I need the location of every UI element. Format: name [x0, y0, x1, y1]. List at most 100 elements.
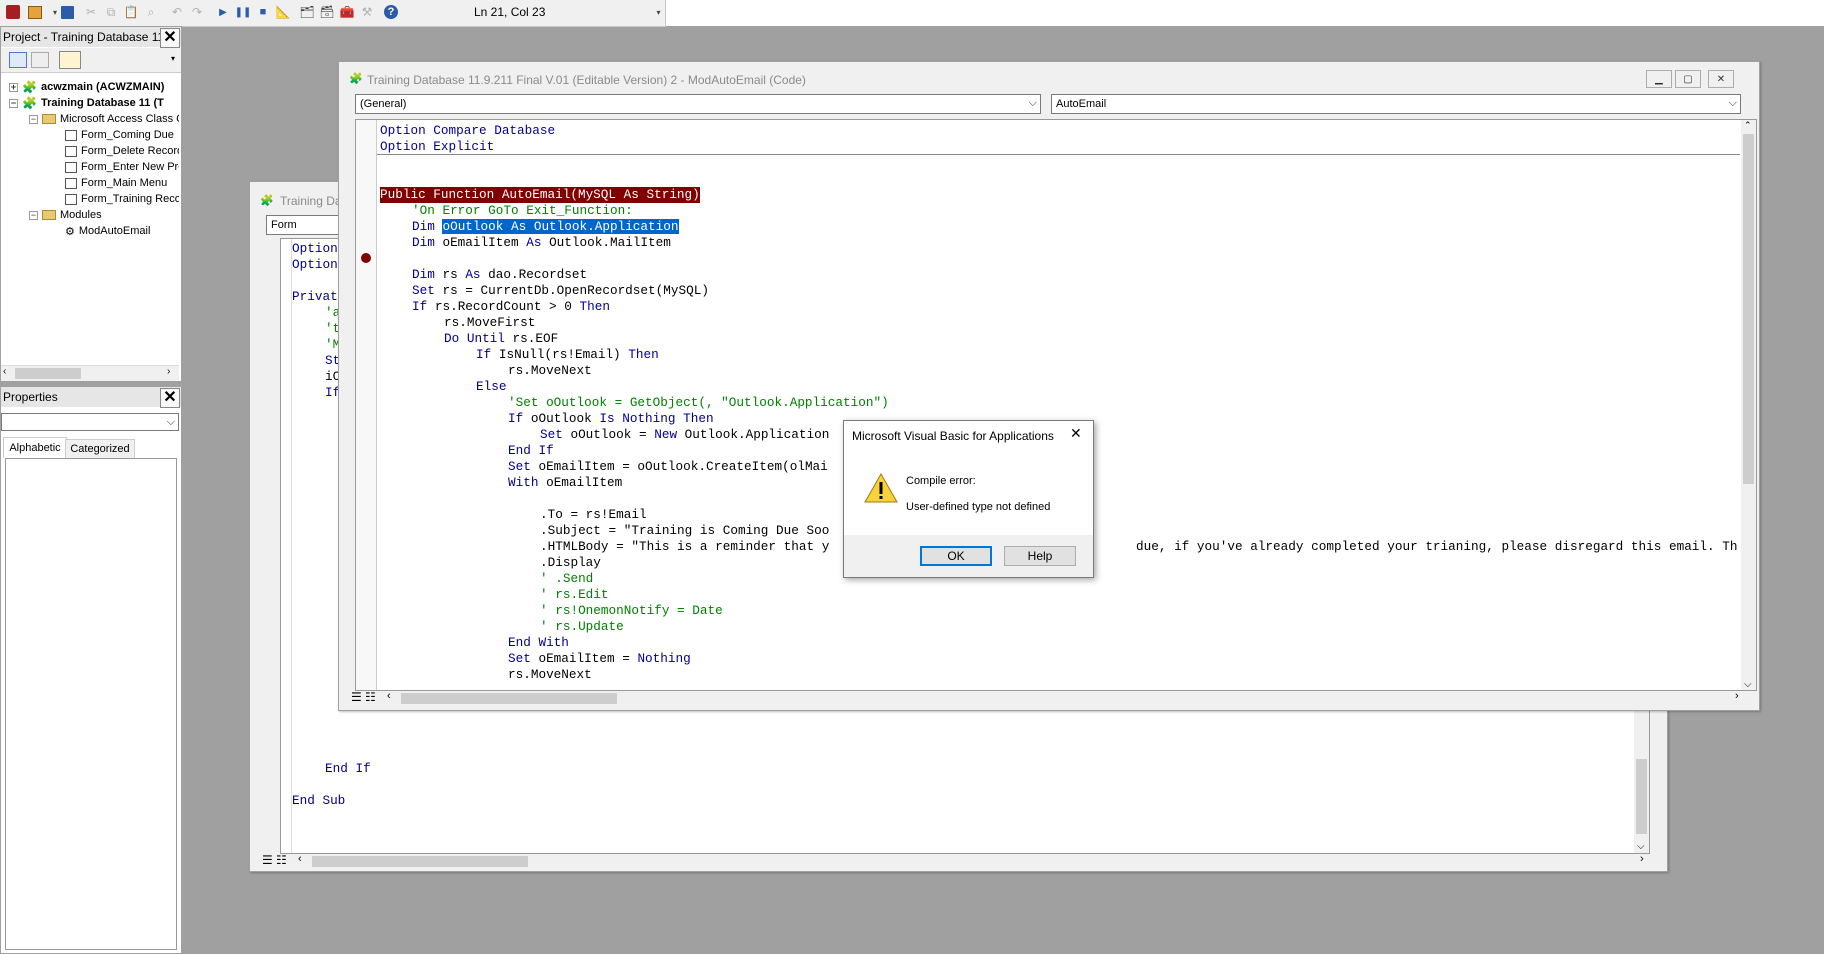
tree-item-form-delete-record[interactable]: Form_Delete Record: [65, 143, 179, 159]
insert-module-icon[interactable]: [26, 3, 44, 21]
code-line: End If: [325, 761, 371, 776]
form-icon: [65, 193, 77, 205]
scroll-up-icon[interactable]: ⌃: [1744, 120, 1752, 131]
maximize-button[interactable]: ▢: [1675, 70, 1701, 88]
minimize-button[interactable]: ▁: [1646, 70, 1672, 88]
expand-icon[interactable]: +: [9, 82, 18, 92]
tab-alphabetic[interactable]: Alphabetic: [3, 437, 67, 458]
chevron-down-icon: ⌵: [1728, 97, 1737, 109]
copy-icon[interactable]: ⧉: [102, 3, 120, 21]
ok-button[interactable]: OK: [920, 546, 992, 566]
code-line: .To = rs!Email: [540, 507, 647, 522]
break-icon[interactable]: ❚❚: [234, 3, 252, 21]
scroll-right-icon[interactable]: ›: [1640, 853, 1644, 865]
tree-item-form-training-record[interactable]: Form_Training Reco: [65, 191, 179, 207]
tree-item-training-database[interactable]: − 🧩 Training Database 11 (T: [9, 95, 164, 111]
chevron-down-icon: ⌵: [1028, 97, 1037, 109]
code-line: rs.MoveNext: [508, 667, 592, 682]
procedure-view-icon[interactable]: ☰: [262, 853, 273, 867]
scroll-right-icon[interactable]: ›: [1735, 690, 1739, 702]
tree-item-form-main-menu[interactable]: Form_Main Menu: [65, 175, 167, 191]
tree-item-form-enter-new[interactable]: Form_Enter New Pro: [65, 159, 179, 175]
tree-item-modules[interactable]: − Modules: [29, 207, 102, 223]
chevron-down-icon: ⌵: [166, 416, 175, 428]
object-selector[interactable]: ⌵: [1, 413, 179, 431]
declarations-separator: [377, 154, 1740, 155]
scroll-down-icon[interactable]: ⌵: [1637, 841, 1645, 852]
properties-panel: Properties ✕ ⌵ Alphabetic Categorized: [0, 386, 182, 954]
procedure-view-icon[interactable]: ☰: [351, 690, 362, 704]
folder-icon: [42, 210, 56, 220]
scroll-left-icon[interactable]: ‹: [387, 690, 391, 702]
code-line: Set oOutlook = New Outlook.Application: [540, 427, 830, 442]
front-window-title: Training Database 11.9.211 Final V.01 (E…: [367, 73, 806, 87]
toggle-folders-icon[interactable]: [59, 51, 81, 69]
redo-icon[interactable]: ↷: [188, 3, 206, 21]
close-icon[interactable]: ✕: [160, 388, 180, 408]
standard-toolbar: ▾ ✂ ⧉ 📋 ⌕ ↶ ↷ ▶ ❚❚ ■ 📐 🗂 🗃 🧰 ⚒ ? Ln 21, …: [0, 0, 666, 27]
collapse-icon[interactable]: −: [9, 98, 18, 108]
tree-item-acwzmain[interactable]: + 🧩 acwzmain (ACWZMAIN): [9, 79, 164, 95]
code-line: With oEmailItem: [508, 475, 623, 490]
view-object-icon[interactable]: [31, 52, 49, 68]
dialog-close-icon[interactable]: ✕: [1070, 425, 1082, 442]
form-icon: [65, 161, 77, 173]
tree-item-modautoemail[interactable]: ⚙ ModAutoEmail: [65, 223, 150, 239]
help-button[interactable]: Help: [1004, 546, 1076, 566]
back-hscroll-row: ☰ ☷ ‹ ›: [262, 853, 1662, 869]
tab-categorized[interactable]: Categorized: [65, 439, 135, 459]
help-icon[interactable]: ?: [382, 3, 400, 21]
code-line: If rs.RecordCount > 0 Then: [412, 299, 610, 314]
toolbar-options-icon[interactable]: ▾: [654, 3, 663, 21]
close-button[interactable]: ✕: [1708, 70, 1734, 88]
procedure-combo[interactable]: AutoEmail ⌵: [1051, 94, 1741, 114]
code-line: ' rs!OnemonNotify = Date: [540, 603, 723, 618]
scroll-thumb[interactable]: [1743, 134, 1754, 484]
paste-icon[interactable]: 📋: [122, 3, 140, 21]
project-explorer-icon[interactable]: 🗂: [298, 3, 316, 21]
scroll-thumb[interactable]: [312, 856, 528, 867]
front-vscrollbar[interactable]: ⌃ ⌵: [1741, 120, 1756, 690]
margin-indicator-bar[interactable]: [356, 120, 377, 690]
object-combo[interactable]: (General) ⌵: [355, 94, 1041, 114]
scroll-thumb[interactable]: [401, 693, 617, 704]
breakpoint-icon[interactable]: [361, 253, 371, 263]
scroll-left-icon[interactable]: ‹: [3, 366, 6, 377]
cut-icon[interactable]: ✂: [82, 3, 100, 21]
save-icon[interactable]: [58, 3, 76, 21]
undo-icon[interactable]: ↶: [168, 3, 186, 21]
design-mode-icon[interactable]: 📐: [274, 3, 292, 21]
properties-grid[interactable]: [5, 458, 177, 950]
project-tree-hscrollbar[interactable]: ‹ ›: [1, 365, 179, 381]
code-line: Do Until rs.EOF: [444, 331, 559, 346]
object-browser-icon[interactable]: 🧰: [338, 3, 356, 21]
view-access-icon[interactable]: [4, 3, 22, 21]
panel-toolbar-options-icon[interactable]: ▾: [171, 54, 175, 63]
toolbox-icon[interactable]: ⚒: [358, 3, 376, 21]
code-window-icon: 🧩: [349, 73, 363, 85]
collapse-icon[interactable]: −: [29, 210, 38, 220]
scroll-right-icon[interactable]: ›: [167, 366, 170, 377]
tree-item-form-coming-due[interactable]: Form_Coming Due: [65, 127, 174, 143]
vba-project-icon: 🧩: [22, 96, 37, 110]
cursor-position-status: Ln 21, Col 23: [474, 5, 546, 19]
collapse-icon[interactable]: −: [29, 114, 38, 124]
view-code-icon[interactable]: [9, 52, 27, 68]
code-line: rs.MoveNext: [508, 363, 592, 378]
scroll-thumb[interactable]: [15, 368, 81, 379]
code-line: End With: [508, 635, 569, 650]
scroll-thumb[interactable]: [1636, 759, 1647, 834]
properties-window-icon[interactable]: 🗃: [318, 3, 336, 21]
full-module-view-icon[interactable]: ☷: [276, 853, 287, 867]
run-icon[interactable]: ▶: [214, 3, 232, 21]
scroll-left-icon[interactable]: ‹: [298, 853, 302, 865]
tree-item-class-objects[interactable]: − Microsoft Access Class C: [29, 111, 179, 127]
find-icon[interactable]: ⌕: [142, 3, 160, 21]
code-line: Else: [476, 379, 507, 394]
form-icon: [65, 129, 77, 141]
full-module-view-icon[interactable]: ☷: [365, 690, 376, 704]
front-code-editor[interactable]: Option Compare Database Option Explicit …: [355, 119, 1757, 691]
reset-icon[interactable]: ■: [254, 3, 272, 21]
scroll-down-icon[interactable]: ⌵: [1744, 679, 1752, 690]
close-icon[interactable]: ✕: [160, 28, 180, 48]
